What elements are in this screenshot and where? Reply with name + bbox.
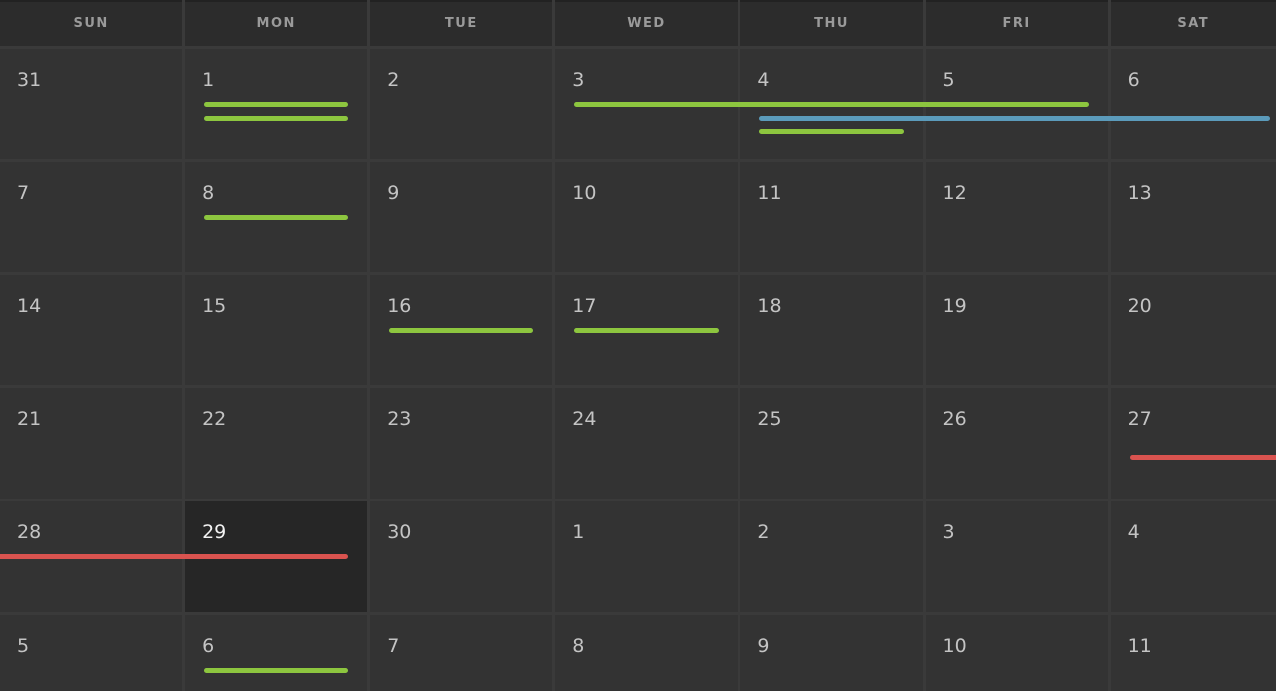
day-number: 19: [942, 295, 967, 318]
day-cell[interactable]: 11: [1110, 614, 1276, 691]
day-cell[interactable]: 4: [1110, 501, 1276, 612]
day-number: 23: [387, 408, 412, 431]
day-number: 26: [942, 408, 967, 431]
day-cell[interactable]: 14: [0, 275, 183, 386]
day-cell[interactable]: 6: [185, 614, 368, 691]
day-number: 8: [572, 634, 585, 657]
weekday-header-mon: MON: [185, 0, 368, 46]
day-number: 1: [202, 69, 215, 91]
day-cell[interactable]: 7: [370, 614, 553, 691]
day-cell[interactable]: 30: [370, 501, 553, 612]
day-cell[interactable]: 9: [740, 614, 923, 691]
day-cell[interactable]: 6: [1110, 49, 1276, 160]
day-number: 3: [572, 69, 585, 91]
weekday-header-sat: SAT: [1110, 0, 1276, 46]
day-number: 1: [572, 521, 585, 544]
day-number: 5: [942, 69, 955, 91]
event-bar-green[interactable]: [574, 328, 719, 334]
day-cell[interactable]: 24: [555, 388, 738, 499]
day-cell[interactable]: 9: [370, 162, 553, 273]
day-number: 13: [1127, 182, 1152, 205]
event-bar-red[interactable]: [0, 554, 349, 560]
day-number: 18: [757, 295, 782, 318]
day-number: 10: [942, 634, 967, 657]
day-number: 11: [1127, 634, 1152, 657]
day-number: 3: [942, 521, 955, 544]
weekday-header-fri: FRI: [925, 0, 1108, 46]
day-number: 30: [387, 521, 412, 544]
day-cell[interactable]: 8: [555, 614, 738, 691]
day-number: 15: [202, 295, 227, 318]
event-bar-green[interactable]: [574, 102, 1089, 107]
weekday-header-sun: SUN: [0, 0, 183, 46]
day-number: 7: [17, 182, 30, 205]
day-number: 2: [387, 69, 400, 91]
day-number: 21: [17, 408, 42, 431]
day-number: 6: [1127, 69, 1140, 91]
event-bar-red[interactable]: [1129, 454, 1276, 460]
day-cell[interactable]: 31: [0, 49, 183, 160]
day-number: 4: [757, 69, 770, 91]
day-cell[interactable]: 18: [740, 275, 923, 386]
day-cell[interactable]: 27: [1110, 388, 1276, 499]
day-number: 14: [17, 295, 42, 318]
month-calendar: SUN MON TUE WED THU FRI SAT 31 1 2 3 4 5 6 7 8 9 10 11 12 1…: [0, 0, 1276, 691]
day-cell[interactable]: 19: [925, 275, 1108, 386]
day-cell[interactable]: 11: [740, 162, 923, 273]
day-number: 20: [1127, 295, 1152, 318]
event-bar-blue[interactable]: [759, 115, 1270, 121]
day-number: 31: [17, 69, 42, 91]
day-number: 9: [757, 634, 770, 657]
day-cell[interactable]: 26: [925, 388, 1108, 499]
day-cell[interactable]: 7: [0, 162, 183, 273]
day-number: 27: [1127, 408, 1152, 431]
day-number: 4: [1127, 521, 1140, 544]
day-number: 17: [572, 295, 597, 318]
day-cell[interactable]: 2: [370, 49, 553, 160]
day-number: 2: [757, 521, 770, 544]
day-number: 10: [572, 182, 597, 205]
day-cell[interactable]: 2: [740, 501, 923, 612]
day-number: 7: [387, 634, 400, 657]
day-cell[interactable]: 13: [1110, 162, 1276, 273]
day-number: 22: [202, 408, 227, 431]
day-cell[interactable]: 23: [370, 388, 553, 499]
day-cell[interactable]: 10: [925, 614, 1108, 691]
day-number: 16: [387, 295, 412, 318]
day-cell[interactable]: 25: [740, 388, 923, 499]
event-bar-green[interactable]: [389, 328, 534, 334]
day-number: 24: [572, 408, 597, 431]
day-number: 12: [942, 182, 967, 205]
day-number: 25: [757, 408, 782, 431]
day-cell[interactable]: 3: [925, 501, 1108, 612]
event-bar-green[interactable]: [204, 102, 349, 107]
day-cell[interactable]: 20: [1110, 275, 1276, 386]
day-cell[interactable]: 1: [555, 501, 738, 612]
weekday-header-thu: THU: [740, 0, 923, 46]
event-bar-green[interactable]: [204, 215, 349, 221]
day-number: 9: [387, 182, 400, 205]
day-cell[interactable]: 12: [925, 162, 1108, 273]
day-cell[interactable]: 5: [0, 614, 183, 691]
day-cell[interactable]: 10: [555, 162, 738, 273]
day-cell[interactable]: 21: [0, 388, 183, 499]
day-cell[interactable]: 15: [185, 275, 368, 386]
day-number: 28: [17, 521, 42, 544]
event-bar-green[interactable]: [204, 667, 349, 673]
event-bar-green[interactable]: [759, 129, 904, 134]
day-number: 6: [202, 634, 215, 657]
day-number: 29: [202, 521, 227, 544]
weekday-header-wed: WED: [555, 0, 738, 46]
day-number: 11: [757, 182, 782, 205]
day-number: 8: [202, 182, 215, 205]
weekday-header-tue: TUE: [370, 0, 553, 46]
day-number: 5: [17, 634, 30, 657]
day-cell[interactable]: 22: [185, 388, 368, 499]
event-bar-green[interactable]: [204, 115, 349, 121]
